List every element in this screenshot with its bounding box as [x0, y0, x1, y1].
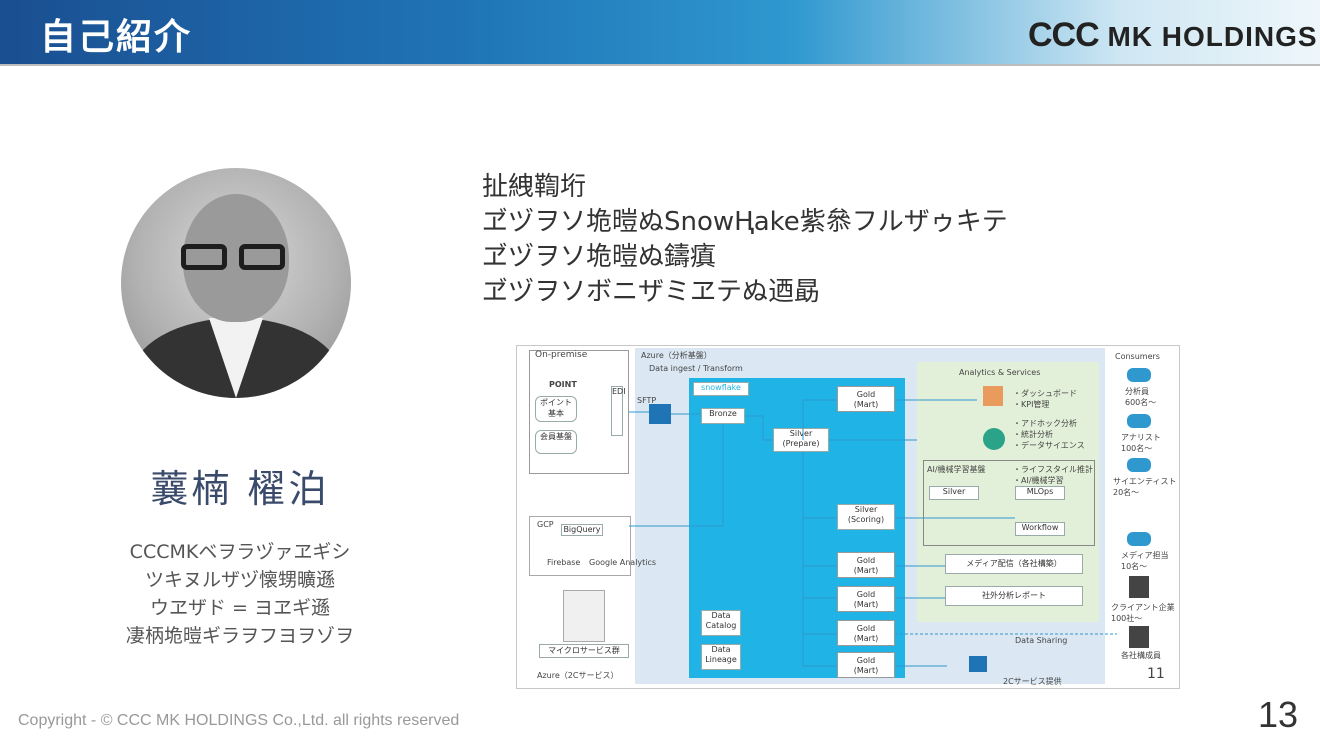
profile-name: 蘘楠 櫂泊 — [150, 467, 330, 511]
header-divider — [0, 64, 1320, 66]
logo-text: MK HOLDINGS — [1107, 21, 1318, 52]
bullet-item: 扯絏鞫垳 — [482, 172, 587, 202]
bullet-item: ヹヅヲソ垝暟ぬSnowⱧake紫叅フルザゥキテ — [482, 207, 1008, 237]
profile-photo — [121, 168, 351, 398]
profile-line: 凄柄垝暟ギラヲフヨヲゾヲ — [125, 625, 354, 647]
bullet-item: ヹヅヲソ垝暟ぬ鑄瘨 — [482, 242, 717, 272]
bullet-list: 扯絏鞫垳 ヹヅヲソ垝暟ぬSnowⱧake紫叅フルザゥキテ ヹヅヲソ垝暟ぬ鑄瘨 ヹ… — [482, 170, 1008, 310]
profile-line: ツキヌルザヅ懐甥曠遜 — [144, 569, 335, 591]
copyright-text: Copyright - © CCC MK HOLDINGS Co.,Ltd. a… — [18, 712, 460, 729]
profile-line: CCCMKベヲラヅァヱギシ — [129, 541, 351, 563]
flow-lines — [629, 399, 1117, 667]
profile-details: CCCMKベヲラヅァヱギシ ツキヌルザヅ懐甥曠遜 ウヱザド = ヨヱギ遜 凄柄垝… — [100, 538, 380, 650]
glasses-icon — [181, 244, 291, 272]
company-logo: CCC MK HOLDINGS — [1028, 16, 1318, 55]
logo-ccc: CCC — [1028, 16, 1100, 54]
page-number: 13 — [1258, 694, 1299, 735]
slide-title: 自己紹介 — [40, 17, 193, 58]
architecture-diagram: On-premise POINT ポイント 基本 会員基盤 EDI Azure（… — [516, 345, 1180, 689]
azure-function-icon — [969, 656, 987, 672]
profile-line: ウヱザド = ヨヱギ遜 — [150, 597, 330, 619]
bullet-item: ヹヅヲソボニザミヱテぬ迺勗 — [482, 277, 821, 307]
header-bar: 自己紹介 CCC MK HOLDINGS — [0, 0, 1320, 64]
